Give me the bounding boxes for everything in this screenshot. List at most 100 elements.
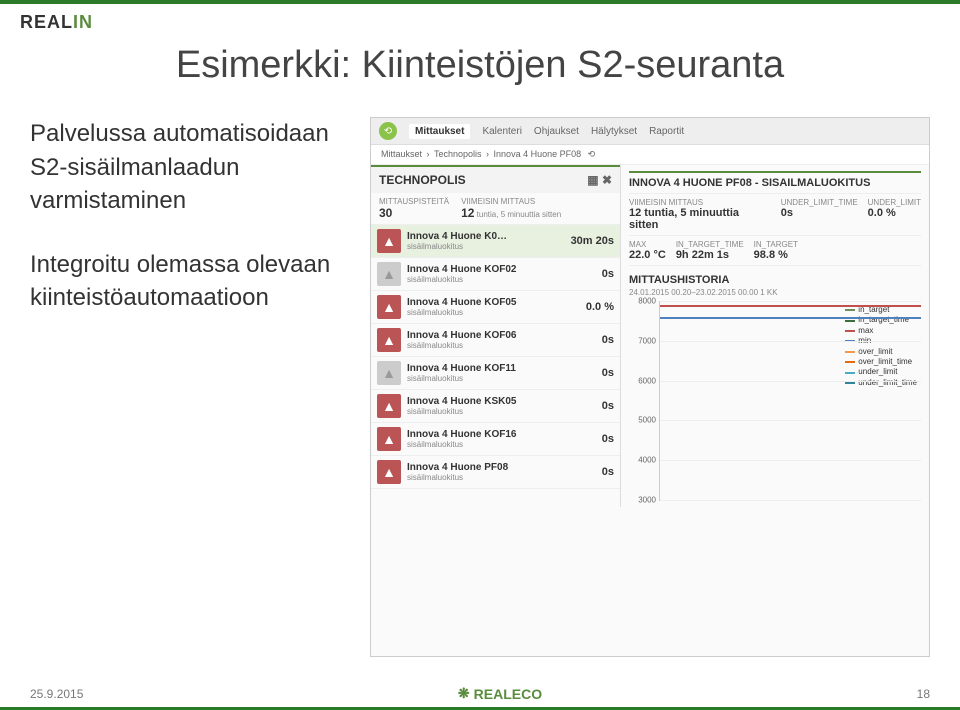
panel-tools: ▦ ✖ (587, 173, 612, 187)
footer-date: 25.9.2015 (30, 687, 83, 701)
stat-latest-label: VIIMEISIN MITTAUS (461, 197, 561, 206)
legend-swatch (845, 382, 855, 384)
stat-value: 98.8 % (754, 249, 798, 261)
room-sub: sisäilmaluokitus (407, 440, 596, 449)
wrench-icon[interactable]: ✖ (602, 173, 612, 187)
stat-label: IN_TARGET (754, 240, 798, 249)
room-value: 0s (602, 466, 614, 478)
room-name: Innova 4 Huone KOF11 (407, 363, 596, 374)
left-stats: MITTAUSPISTEITÄ 30 VIIMEISIN MITTAUS 12 … (371, 193, 620, 225)
chart-line-min (660, 317, 921, 319)
content-row: Palvelussa automatisoidaan S2-sisäilmanl… (0, 117, 960, 657)
room-value: 0s (602, 334, 614, 346)
stat-points-label: MITTAUSPISTEITÄ (379, 197, 449, 206)
y-tick: 8000 (638, 297, 656, 306)
room-value: 0s (602, 268, 614, 280)
left-panel-header: TECHNOPOLIS ▦ ✖ (371, 165, 620, 193)
slide-title: Esimerkki: Kiinteistöjen S2-seuranta (0, 44, 960, 87)
crumb-1[interactable]: Technopolis (434, 149, 482, 159)
tab-kalenteri[interactable]: Kalenteri (482, 126, 521, 137)
tab-raportit[interactable]: Raportit (649, 126, 684, 137)
stat-col: MAX22.0 °C (629, 240, 666, 261)
tab-mittaukset[interactable]: Mittaukset (409, 124, 470, 139)
footer: 25.9.2015 REALECO 18 (0, 685, 960, 702)
legend-swatch (845, 309, 855, 311)
room-sub: sisäilmaluokitus (407, 275, 596, 284)
avatar-icon: ▲ (377, 427, 401, 451)
crumb-2[interactable]: Innova 4 Huone PF08 (494, 149, 582, 159)
right-panel: INNOVA 4 HUONE PF08 - SISAILMALUOKITUS V… (621, 165, 929, 507)
stat-value: 0s (781, 207, 858, 219)
grid-line (660, 460, 921, 461)
room-item[interactable]: ▲ Innova 4 Huone KOF16 sisäilmaluokitus … (371, 423, 620, 456)
grid-icon[interactable]: ▦ (587, 173, 598, 187)
nav-tabs: ⟲ Mittaukset Kalenteri Ohjaukset Hälytyk… (371, 118, 929, 145)
room-list: ▲ Innova 4 Huone K0… sisäilmaluokitus 30… (371, 225, 620, 489)
room-name: Innova 4 Huone KOF16 (407, 429, 596, 440)
legend-swatch (845, 361, 855, 363)
legend-swatch (845, 320, 855, 322)
y-tick: 6000 (638, 376, 656, 385)
room-item[interactable]: ▲ Innova 4 Huone KOF06 sisäilmaluokitus … (371, 324, 620, 357)
y-tick: 4000 (638, 456, 656, 465)
y-tick: 7000 (638, 336, 656, 345)
stat-label: IN_TARGET_TIME (676, 240, 744, 249)
grid-line (660, 341, 921, 342)
stat-points-value: 30 (379, 206, 449, 220)
body-text: Palvelussa automatisoidaan S2-sisäilmanl… (30, 117, 360, 657)
grid-line (660, 420, 921, 421)
room-item[interactable]: ▲ Innova 4 Huone KOF11 sisäilmaluokitus … (371, 357, 620, 390)
room-name: Innova 4 Huone KOF05 (407, 297, 580, 308)
legend-swatch (845, 330, 855, 332)
avatar-icon: ▲ (377, 229, 401, 253)
grid-line (660, 301, 921, 302)
right-panel-title: INNOVA 4 HUONE PF08 - SISAILMALUOKITUS (629, 171, 921, 194)
y-tick: 3000 (638, 496, 656, 505)
room-info: Innova 4 Huone K0… sisäilmaluokitus (407, 231, 565, 251)
refresh-icon[interactable]: ⟲ (379, 122, 397, 140)
room-item[interactable]: ▲ Innova 4 Huone KOF05 sisäilmaluokitus … (371, 291, 620, 324)
avatar-icon: ▲ (377, 295, 401, 319)
stat-latest: VIIMEISIN MITTAUS 12 tuntia, 5 minuuttia… (461, 197, 561, 220)
avatar-icon: ▲ (377, 262, 401, 286)
y-axis: 300040005000600070008000 (630, 301, 658, 500)
room-info: Innova 4 Huone KOF11 sisäilmaluokitus (407, 363, 596, 383)
room-sub: sisäilmaluokitus (407, 407, 596, 416)
room-value: 0s (602, 433, 614, 445)
stat-latest-suffix: tuntia, 5 minuuttia sitten (477, 210, 562, 219)
stat-col: UNDER_LIMIT_TIME0s (781, 198, 858, 231)
room-sub: sisäilmaluokitus (407, 341, 596, 350)
grid-line (660, 381, 921, 382)
room-item[interactable]: ▲ Innova 4 Huone K0… sisäilmaluokitus 30… (371, 225, 620, 258)
tab-halytykset[interactable]: Hälytykset (591, 126, 637, 137)
legend-label: over_limit_time (858, 357, 912, 367)
stat-value: 9h 22m 1s (676, 249, 744, 261)
right-stats-row2: MAX22.0 °CIN_TARGET_TIME9h 22m 1sIN_TARG… (629, 236, 921, 266)
tab-ohjaukset[interactable]: Ohjaukset (534, 126, 579, 137)
room-sub: sisäilmaluokitus (407, 242, 565, 251)
stat-value: 0.0 % (868, 207, 921, 219)
stat-col: IN_TARGET98.8 % (754, 240, 798, 261)
crumb-0[interactable]: Mittaukset (381, 149, 422, 159)
legend-label: max (858, 326, 873, 336)
refresh-small-icon[interactable]: ⟲ (588, 149, 596, 159)
chart-box: 300040005000600070008000 in_targetin_tar… (659, 301, 921, 501)
room-sub: sisäilmaluokitus (407, 473, 596, 482)
stat-col: IN_TARGET_TIME9h 22m 1s (676, 240, 744, 261)
room-item[interactable]: ▲ Innova 4 Huone PF08 sisäilmaluokitus 0… (371, 456, 620, 489)
footer-logo: REALECO (458, 685, 542, 702)
chart-subtitle: 24.01.2015 00.20–23.02.2015 00.00 1 KK (629, 288, 921, 297)
room-info: Innova 4 Huone PF08 sisäilmaluokitus (407, 462, 596, 482)
right-stats-row1: VIIMEISIN MITTAUS12 tuntia, 5 minuuttia … (629, 194, 921, 236)
legend-item: over_limit (845, 347, 917, 357)
room-info: Innova 4 Huone KSK05 sisäilmaluokitus (407, 396, 596, 416)
room-item[interactable]: ▲ Innova 4 Huone KSK05 sisäilmaluokitus … (371, 390, 620, 423)
room-item[interactable]: ▲ Innova 4 Huone KOF02 sisäilmaluokitus … (371, 258, 620, 291)
app-screenshot: ⟲ Mittaukset Kalenteri Ohjaukset Hälytyk… (370, 117, 930, 657)
chart-line-max (660, 305, 921, 307)
legend-swatch (845, 372, 855, 374)
room-name: Innova 4 Huone KSK05 (407, 396, 596, 407)
room-name: Innova 4 Huone KOF06 (407, 330, 596, 341)
paragraph-1: Palvelussa automatisoidaan S2-sisäilmanl… (30, 117, 360, 218)
left-panel-title: TECHNOPOLIS (379, 173, 466, 187)
